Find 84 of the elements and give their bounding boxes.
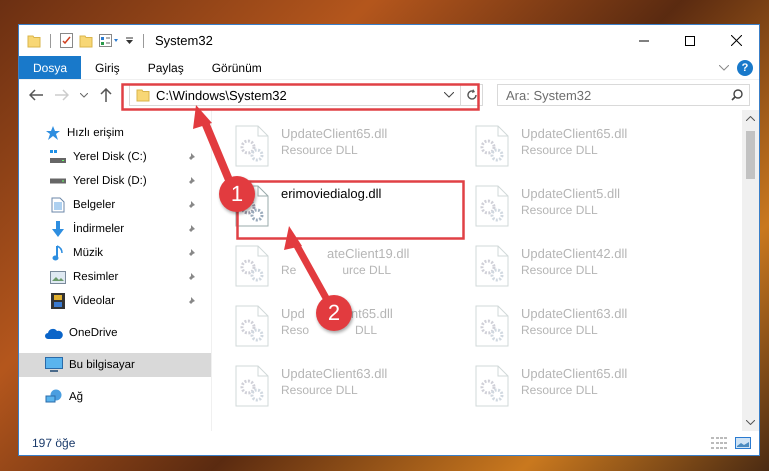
back-arrow-icon — [29, 89, 43, 101]
picture-icon — [50, 270, 66, 284]
file-type: Re — [281, 263, 296, 277]
nav-item[interactable]: Yerel Disk (C:) — [19, 145, 204, 169]
document-icon — [51, 197, 65, 213]
dll-file-icon — [475, 185, 509, 227]
search-icon[interactable] — [731, 89, 743, 101]
customize-caret-icon[interactable] — [125, 36, 134, 45]
dll-file-icon — [475, 125, 509, 167]
file-name: UpdateClient63.dll — [281, 366, 388, 381]
chevron-down-icon[interactable] — [719, 64, 729, 70]
address-path: C:\Windows\System32 — [156, 88, 288, 102]
nav-item[interactable]: İndirmeler — [19, 217, 204, 241]
ribbon-tab[interactable]: Paylaş — [134, 56, 198, 79]
folder-icon — [136, 88, 150, 102]
maximize-icon — [685, 36, 695, 46]
file-type: Resource DLL — [521, 263, 599, 277]
help-button[interactable]: ? — [737, 60, 753, 76]
nav-item[interactable]: Yerel Disk (D:) — [19, 169, 204, 193]
properties-icon[interactable] — [99, 34, 119, 47]
close-icon — [730, 35, 742, 46]
file-type: Resource DLL — [281, 383, 359, 397]
scrollbar[interactable] — [742, 110, 759, 431]
dll-file-icon — [235, 245, 269, 287]
nav-item[interactable]: Videolar — [19, 289, 204, 313]
ribbon-tab[interactable]: Giriş — [81, 56, 134, 79]
dll-file-icon — [235, 125, 269, 167]
scroll-down-icon[interactable] — [746, 420, 755, 425]
folder-icon — [79, 34, 93, 48]
dll-file-icon — [475, 245, 509, 287]
file-type: Resource DLL — [521, 323, 599, 337]
dll-file-icon — [475, 305, 509, 347]
network-icon — [45, 389, 63, 405]
file-type: Resource DLL — [281, 143, 359, 157]
file-type: Reso — [281, 323, 310, 337]
dropdown-caret-icon[interactable] — [444, 92, 454, 98]
forward-arrow-icon — [55, 89, 69, 101]
nav-item[interactable]: Hızlı erişim — [19, 121, 128, 145]
file-name: UpdateClient42.dll — [521, 246, 628, 261]
cloud-icon — [45, 327, 63, 339]
ribbon-tab[interactable]: Dosya — [19, 56, 82, 79]
file-name: UpdateClient65.dll — [281, 126, 388, 141]
scroll-up-icon[interactable] — [746, 116, 755, 121]
nav-item[interactable]: Müzik — [19, 241, 204, 265]
file-type: urce DLL — [342, 263, 392, 277]
up-arrow-icon — [100, 88, 112, 102]
file-name: UpdateClient5.dll — [521, 186, 620, 201]
file-type: DLL — [355, 323, 378, 337]
file-type: Resource DLL — [521, 383, 599, 397]
nav-item[interactable]: Belgeler — [19, 193, 204, 217]
window-title: System32 — [155, 33, 213, 48]
music-note-icon — [52, 245, 64, 261]
drive-icon — [50, 150, 66, 164]
dll-file-icon — [235, 365, 269, 407]
file-name: Upd — [281, 306, 305, 321]
checklist-icon[interactable] — [60, 33, 73, 48]
ribbon-tab[interactable]: Görünüm — [198, 56, 276, 79]
item-count: 197 öğe — [32, 436, 76, 450]
folder-icon — [27, 34, 41, 48]
star-icon — [45, 125, 61, 141]
nav-item[interactable]: Resimler — [19, 265, 204, 289]
file-name: UpdateClient65.dll — [521, 126, 628, 141]
file-name: UpdateClient63.dll — [521, 306, 628, 321]
download-arrow-icon — [50, 221, 66, 237]
tiles-view-icon[interactable] — [735, 437, 751, 449]
search-box[interactable]: Ara: System32 — [497, 84, 750, 106]
file-name: ateClient19.dll — [327, 246, 410, 261]
monitor-icon — [45, 357, 63, 373]
refresh-icon — [466, 89, 478, 101]
caret-icon — [80, 92, 88, 98]
film-icon — [51, 293, 65, 309]
nav-item[interactable]: OneDrive — [19, 321, 122, 345]
nav-item[interactable]: Ağ — [19, 385, 88, 409]
file-type: Resource DLL — [521, 203, 599, 217]
address-field[interactable]: C:\Windows\System32 — [129, 84, 483, 106]
dll-file-icon — [475, 365, 509, 407]
drive-icon — [50, 178, 66, 184]
dll-file-icon — [235, 305, 269, 347]
nav-item[interactable]: Bu bilgisayar — [19, 353, 211, 377]
scrollbar-thumb[interactable] — [746, 131, 755, 179]
file-type: Resource DLL — [521, 143, 599, 157]
file-name: UpdateClient65.dll — [521, 366, 628, 381]
file-name: erimoviedialog.dll — [281, 186, 382, 201]
details-view-icon[interactable] — [711, 437, 727, 449]
